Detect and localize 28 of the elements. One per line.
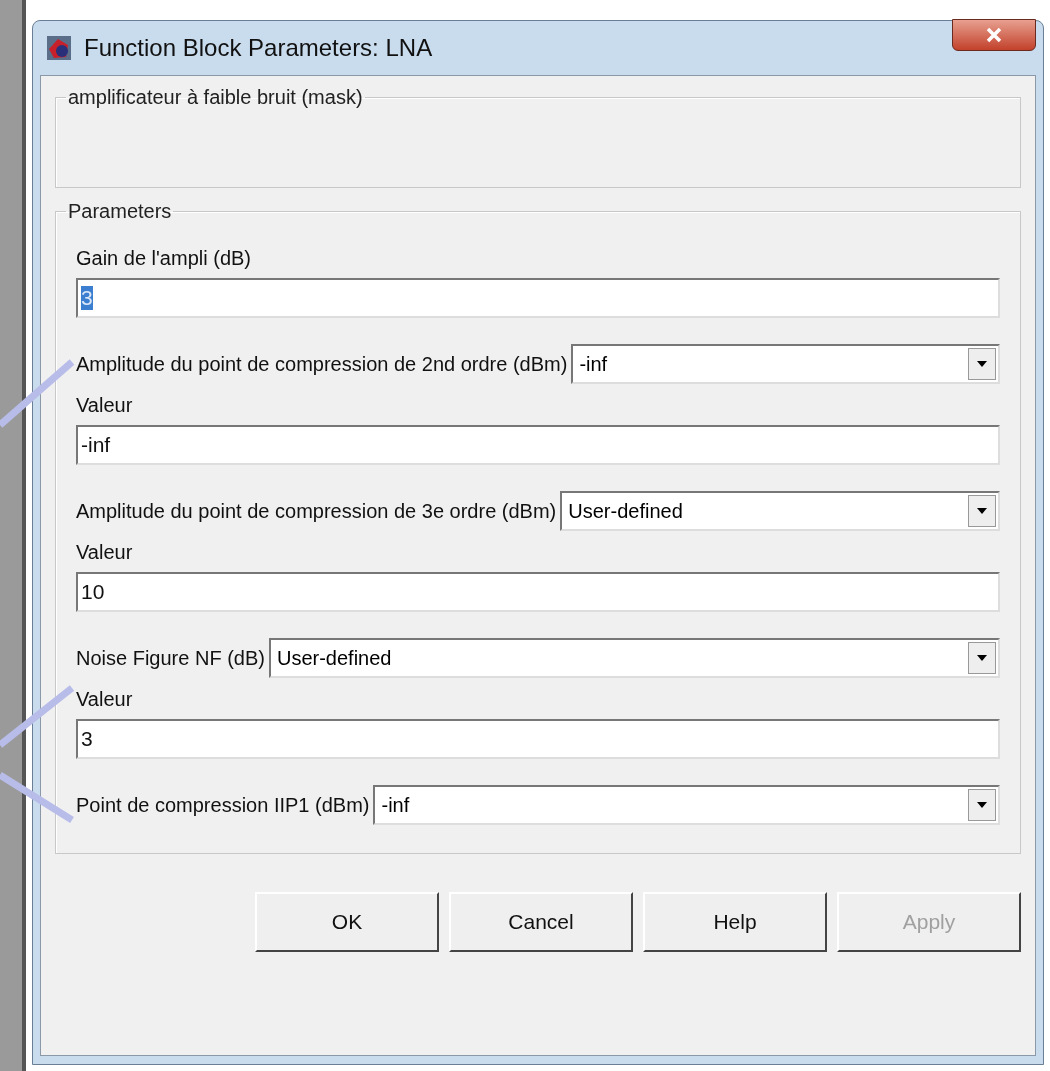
close-icon bbox=[985, 27, 1003, 43]
field-value: 10 bbox=[81, 580, 105, 604]
field-value: 3 bbox=[81, 727, 93, 751]
dropdown[interactable]: -inf bbox=[571, 344, 1000, 384]
app-icon bbox=[46, 35, 72, 61]
dialog-button[interactable]: Help bbox=[643, 892, 827, 952]
dropdown-label: Point de compression IIP1 (dBm) bbox=[76, 793, 370, 817]
window-title: Function Block Parameters: LNA bbox=[84, 34, 433, 62]
group-title: amplificateur à faible bruit (mask) bbox=[67, 86, 364, 109]
dropdown-label: Amplitude du point de compression de 3e ordre (dBm) bbox=[76, 499, 557, 523]
dialog-button[interactable]: Cancel bbox=[449, 892, 633, 952]
dropdown[interactable]: User-defined bbox=[268, 638, 1000, 678]
field-label: Gain de l'ampli (dB) bbox=[76, 247, 252, 270]
close-button[interactable] bbox=[952, 19, 1036, 51]
dropdown-label: Amplitude du point de compression de 2nd ordre (dBm) bbox=[76, 352, 568, 376]
input-field[interactable]: -inf bbox=[76, 425, 1000, 465]
dropdown[interactable]: User-defined bbox=[560, 491, 1000, 531]
field-label: Valeur bbox=[76, 688, 134, 711]
group-title: Parameters bbox=[67, 200, 173, 223]
input-field[interactable]: 3 bbox=[76, 719, 1000, 759]
field-value: 3 bbox=[81, 286, 93, 310]
dropdown[interactable]: -inf bbox=[373, 785, 1000, 825]
input-field[interactable]: 10 bbox=[76, 572, 1000, 612]
field-label: Valeur bbox=[76, 541, 134, 564]
field-label: Valeur bbox=[76, 394, 134, 417]
dialog-button[interactable]: OK bbox=[255, 892, 439, 952]
field-value: -inf bbox=[81, 433, 111, 457]
dropdown-label: Noise Figure NF (dB) bbox=[76, 646, 265, 670]
